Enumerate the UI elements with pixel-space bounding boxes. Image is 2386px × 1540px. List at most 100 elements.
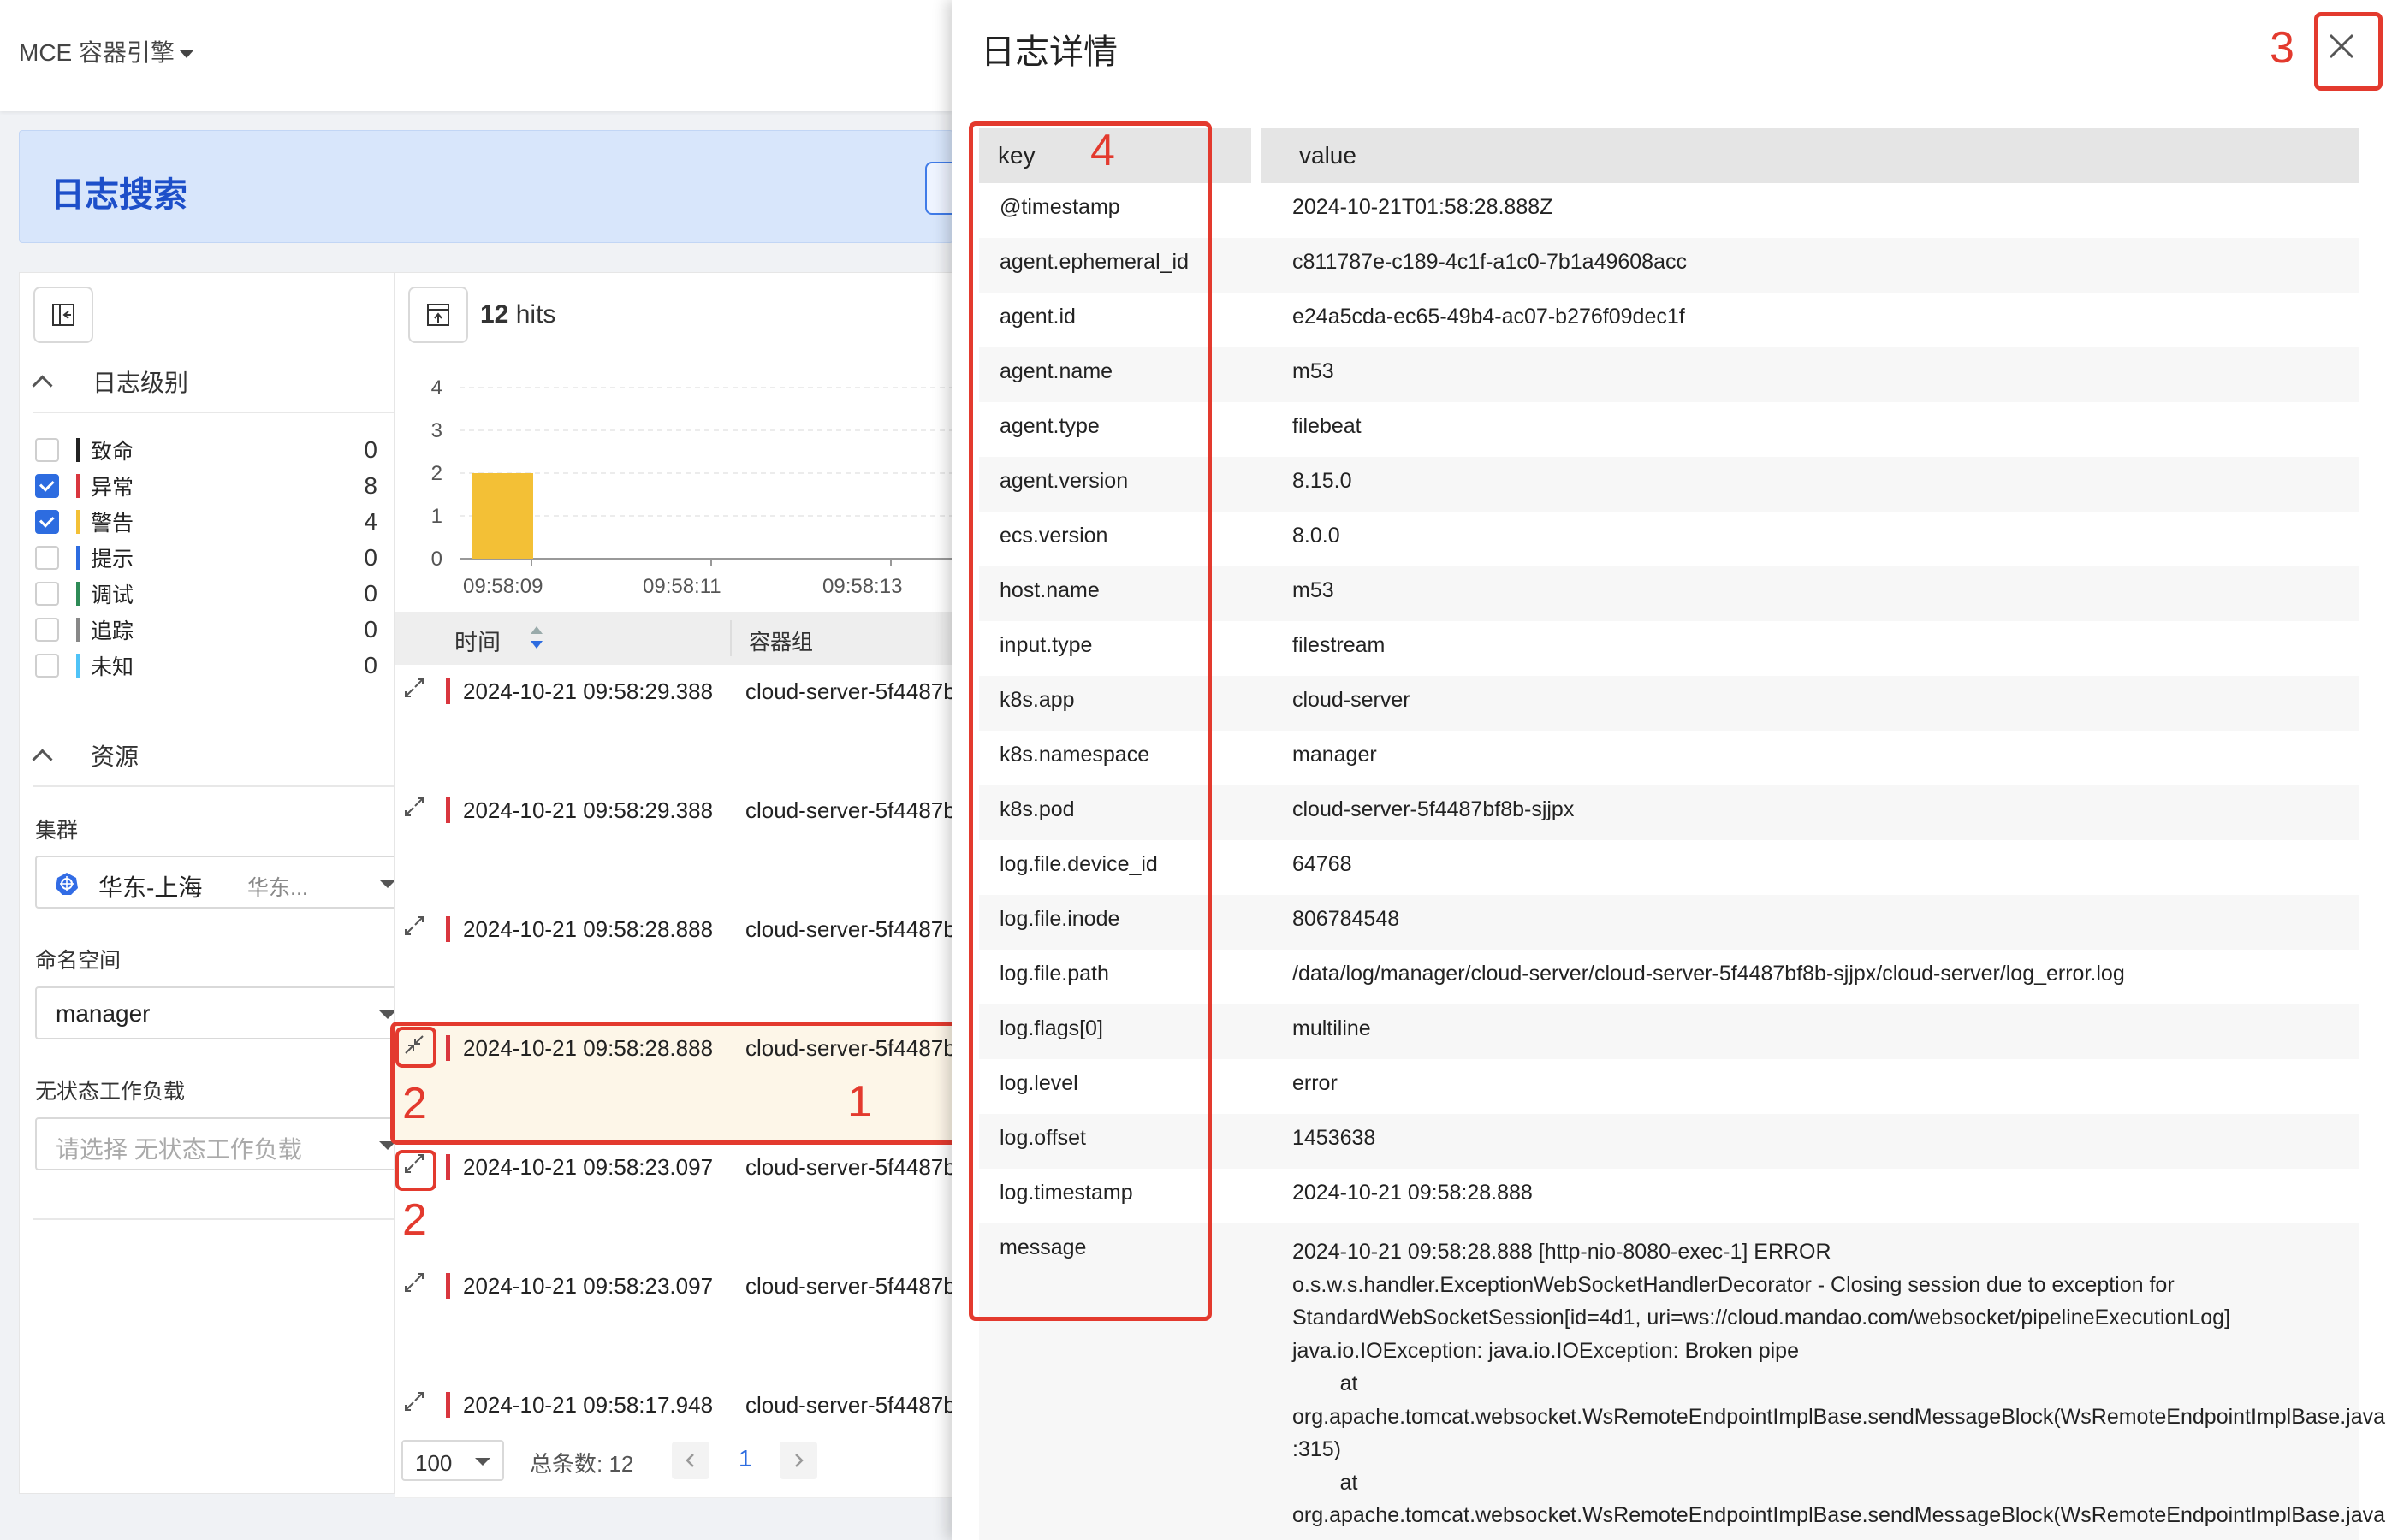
level-count: 0 [364,652,377,678]
page-size-select[interactable]: 100 [401,1440,504,1481]
level-checkbox[interactable] [35,438,59,462]
level-color-bar [76,618,80,642]
annotation-label-2b: 2 [402,1195,427,1245]
chevron-up-icon [32,748,53,770]
level-count: 0 [364,616,377,643]
level-color-bar [76,474,80,498]
row-expand-button[interactable] [403,677,429,702]
log-row[interactable]: 2024-10-21 09:58:29.388 cloud-server-5f44… [395,665,956,785]
row-expand-button[interactable] [403,796,429,821]
namespace-select[interactable]: manager [35,986,417,1040]
column-divider [730,620,732,656]
log-row[interactable]: 2024-10-21 09:58:23.097 cloud-server-5f44… [395,1259,956,1379]
table-header: 时间 容器组 [395,612,953,665]
hits-summary: 12 hits [480,300,555,329]
hits-label: hits [515,300,556,329]
level-label: 未知 [91,655,134,679]
value-column-header: value [1299,142,1356,169]
annotation-label-3: 3 [2270,23,2294,73]
level-checkbox[interactable] [35,654,59,678]
hits-count: 12 [480,300,509,329]
kv-value: /data/log/manager/cloud-server/cloud-ser… [1292,962,2125,986]
y-tick-label: 0 [431,548,442,571]
x-tick-label: 09:58:11 [643,575,721,598]
level-color-bar [446,1154,450,1180]
level-color-bar [76,510,80,534]
namespace-label: 命名空间 [35,949,122,973]
divider [33,1218,396,1220]
expand-row-icon [405,1273,424,1292]
chevron-right-icon [795,1454,804,1467]
column-time[interactable]: 时间 [454,624,501,657]
workload-placeholder: 请选择 无状态工作负载 [56,1136,302,1163]
annotation-box-key-column [969,121,1212,1321]
log-row[interactable]: 2024-10-21 09:58:28.888 cloud-server-5f44… [395,903,956,1022]
kv-value: m53 [1292,578,1334,602]
kv-value: c811787e-c189-4c1f-a1c0-7b1a49608acc [1292,250,1687,274]
level-section-title: 日志级别 [92,370,189,396]
level-filter-item[interactable]: 致命 0 [35,432,377,468]
expand-row-icon [405,916,424,935]
x-tick-label: 09:58:13 [822,575,902,598]
cluster-select[interactable]: 华东-上海 华东... [35,856,417,909]
level-color-bar [76,582,80,606]
kv-value-message: 2024-10-21 09:58:28.888 [http-nio-8080-e… [1292,1240,2386,1527]
next-page-button[interactable] [780,1442,817,1479]
collapse-sidebar-button[interactable] [33,287,93,343]
level-color-bar [446,797,450,823]
page-size-value: 100 [415,1450,453,1476]
namespace-value: manager [56,1000,151,1027]
prev-page-button[interactable] [672,1442,709,1479]
histogram-bar[interactable] [472,473,533,559]
resource-section-header[interactable]: 资源 [32,736,139,775]
level-section-header[interactable]: 日志级别 [32,362,189,401]
workload-select[interactable]: 请选择 无状态工作负载 [35,1117,417,1170]
level-checkbox[interactable] [35,474,59,498]
level-checkbox[interactable] [35,546,59,570]
annotation-label-2: 2 [402,1079,427,1128]
row-expand-button[interactable] [403,915,429,940]
total-count: 总条数: 12 [530,1451,634,1477]
level-filter-item[interactable]: 未知 0 [35,648,377,684]
histogram-chart: 0 1 2 3 4 09:58:09 09:58:11 09:58:13 [431,376,953,598]
kv-value: cloud-server-5f4487bf8b-sjjpx [1292,797,1575,821]
log-row[interactable]: 2024-10-21 09:58:23.097 cloud-server-5f44… [395,1140,956,1260]
expand-row-icon [405,797,424,816]
kv-value: filestream [1292,633,1386,657]
product-switcher[interactable]: MCE 容器引擎 [19,34,194,68]
kubernetes-icon [56,873,78,895]
log-row[interactable]: 2024-10-21 09:58:29.388 cloud-server-5f44… [395,784,956,903]
row-expand-button[interactable] [403,1390,429,1416]
level-filter-item[interactable]: 提示 0 [35,540,377,576]
current-page[interactable]: 1 [739,1445,752,1472]
level-checkbox[interactable] [35,618,59,642]
row-time: 2024-10-21 09:58:29.388 [463,797,714,823]
level-filter-item[interactable]: 调试 0 [35,576,377,612]
level-filter-item[interactable]: 异常 8 [35,468,377,504]
kv-value: 2024-10-21T01:58:28.888Z [1292,195,1553,219]
level-label: 追踪 [91,619,134,643]
expand-row-icon [405,1392,424,1411]
kv-value: manager [1292,743,1377,767]
row-pod-group: cloud-server-5f4487b [745,678,956,704]
caret-down-icon [180,50,194,59]
kv-value: error [1292,1071,1338,1095]
level-filter-item[interactable]: 警告 4 [35,504,377,540]
kv-value: cloud-server [1292,688,1410,712]
level-filter-item[interactable]: 追踪 0 [35,612,377,648]
chevron-left-icon [686,1454,694,1467]
sort-icon[interactable] [528,624,545,651]
collapse-panel-icon [52,304,74,326]
level-count: 4 [364,508,377,535]
y-tick-label: 2 [431,462,442,485]
level-count: 0 [364,544,377,571]
level-checkbox[interactable] [35,510,59,534]
pagination-bar: 100 总条数: 12 1 [395,1430,953,1493]
level-label: 调试 [91,583,134,607]
toggle-chart-button[interactable] [408,287,468,343]
dropdown-arrow-icon [475,1458,490,1466]
row-expand-button[interactable] [403,1271,429,1297]
kv-value: 806784548 [1292,907,1400,931]
level-checkbox[interactable] [35,582,59,606]
row-pod-group: cloud-server-5f4487b [745,1154,956,1180]
